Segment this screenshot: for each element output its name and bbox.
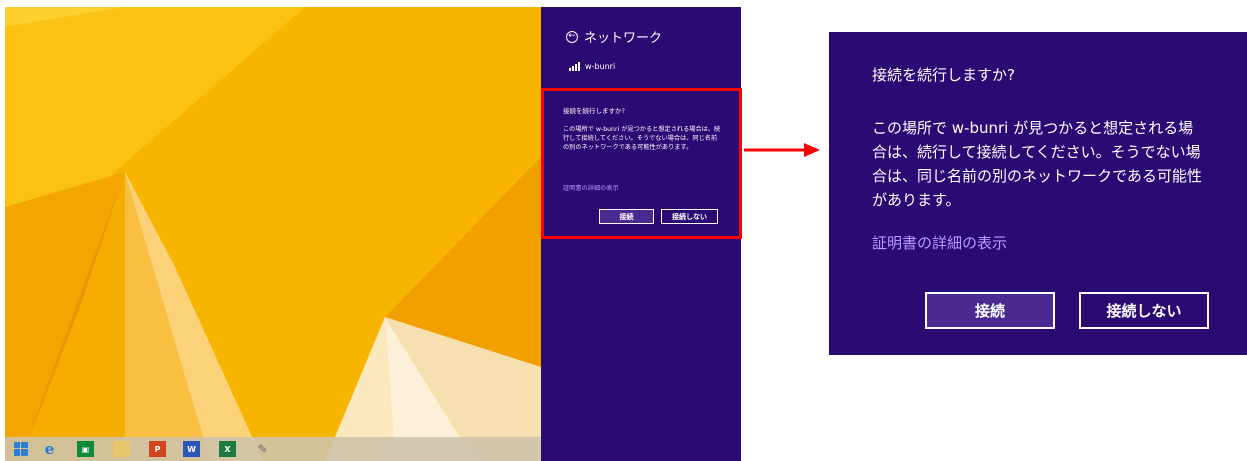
store-icon[interactable]: ▣ (77, 441, 94, 457)
word-icon[interactable]: W (183, 441, 200, 457)
back-arrow-icon[interactable]: ← (566, 30, 578, 43)
internet-explorer-icon[interactable]: e (41, 440, 58, 458)
highlight-box (541, 88, 742, 239)
paint-icon[interactable]: ✎ (254, 441, 271, 457)
excel-icon[interactable]: X (219, 441, 236, 457)
wallpaper (5, 7, 541, 461)
charm-title: ネットワーク (584, 31, 663, 46)
charm-header: ← ネットワーク (566, 27, 662, 46)
windows-start-icon[interactable] (12, 441, 29, 457)
network-name: w-bunri (585, 62, 616, 71)
callout-arrow-icon (744, 143, 820, 157)
file-explorer-icon[interactable] (113, 441, 130, 457)
certificate-details-link[interactable]: 証明書の詳細の表示 (872, 232, 1007, 253)
prompt-question: 接続を続行しますか? (872, 66, 1015, 84)
connect-button[interactable]: 接続 (925, 292, 1055, 329)
network-row[interactable]: w-bunri (569, 62, 615, 71)
dont-connect-button[interactable]: 接続しない (1079, 292, 1209, 329)
prompt-message: この場所で w-bunri が見つかると想定される場合は、続行して接続してくださ… (872, 119, 1202, 209)
connect-prompt-zoomed: 接続を続行しますか? この場所で w-bunri が見つかると想定される場合は、… (829, 32, 1247, 355)
powerpoint-icon[interactable]: P (149, 441, 166, 457)
wifi-signal-icon (569, 62, 580, 71)
desktop-screenshot: e ▣ P W X ✎ (5, 7, 541, 461)
taskbar: e ▣ P W X ✎ (5, 437, 541, 461)
